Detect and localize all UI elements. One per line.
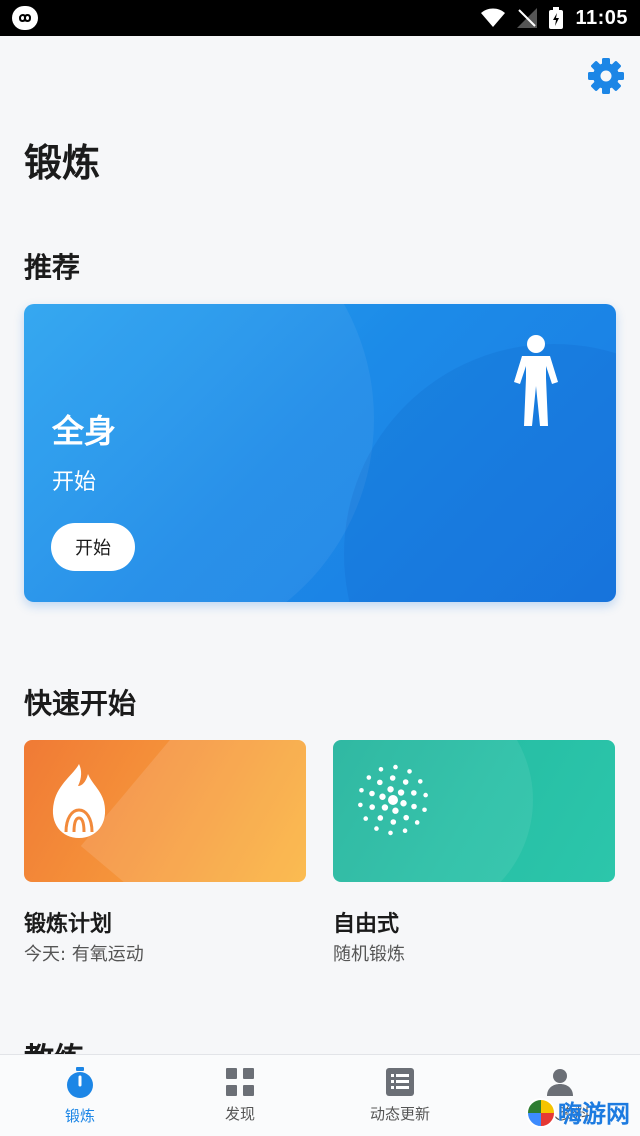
freestyle-card[interactable]: [333, 740, 615, 882]
watermark: 嗨游网: [500, 1060, 640, 1136]
freestyle-title: 自由式: [333, 912, 400, 937]
hero-card-title: 全身: [52, 412, 117, 450]
workout-plan-title: 锻炼计划: [24, 912, 113, 937]
workout-plan-subtitle: 今天: 有氧运动: [24, 944, 144, 965]
feed-list-icon: [386, 1068, 414, 1096]
battery-charging-icon: [549, 7, 564, 29]
settings-button[interactable]: [586, 56, 626, 96]
nav-tab-discover[interactable]: 发现: [160, 1055, 320, 1136]
wifi-icon: [481, 8, 506, 27]
nav-label-discover: 发现: [224, 1105, 255, 1123]
full-body-workout-card[interactable]: 全身 开始 开始: [24, 304, 616, 602]
start-button[interactable]: 开始: [51, 523, 135, 571]
freestyle-subtitle: 随机锻炼: [333, 944, 405, 965]
gear-icon: [588, 58, 624, 94]
grid-icon: [226, 1068, 254, 1096]
no-signal-icon: [517, 8, 538, 28]
nav-label-feed: 动态更新: [369, 1105, 430, 1123]
radial-dots-icon: [358, 764, 428, 836]
watermark-text: 嗨游网: [558, 1100, 630, 1128]
full-body-figure-icon: [514, 335, 558, 426]
status-time: 11:05: [575, 6, 628, 29]
workout-plan-card[interactable]: [24, 740, 306, 882]
nav-tab-feed[interactable]: 动态更新: [320, 1055, 480, 1136]
nav-label-workout: 锻炼: [64, 1107, 95, 1125]
stopwatch-icon: [67, 1067, 93, 1098]
page-title: 锻炼: [24, 141, 101, 185]
infinity-app-icon: [12, 6, 38, 30]
watermark-logo-icon: [526, 1098, 556, 1128]
nav-tab-workout[interactable]: 锻炼: [0, 1055, 160, 1136]
flame-icon: [52, 764, 106, 838]
hero-card-subtitle: 开始: [52, 470, 97, 495]
recommend-section-title: 推荐: [24, 251, 81, 284]
quick-start-section-title: 快速开始: [24, 687, 137, 720]
status-bar: 11:05: [0, 0, 640, 36]
